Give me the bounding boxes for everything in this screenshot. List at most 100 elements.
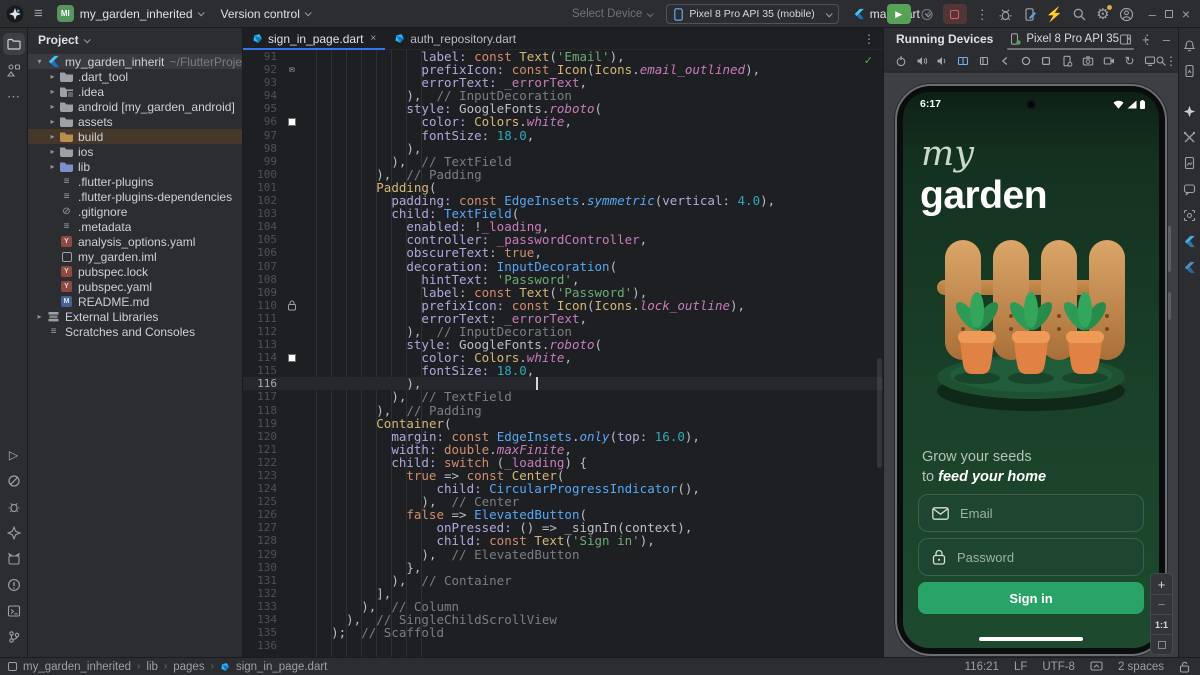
breadcrumb-item[interactable]: my_garden_inherited <box>23 661 131 673</box>
line-number[interactable]: 115 <box>243 364 283 377</box>
more-actions-icon[interactable]: ⋮ <box>976 8 989 21</box>
project-tree-item[interactable]: pubspec.lock <box>28 264 242 279</box>
zoom-in-button[interactable]: + <box>1151 574 1172 594</box>
code-line[interactable]: 129 ), // ElevatedButton <box>243 548 883 561</box>
sign-in-button[interactable]: Sign in <box>918 582 1144 614</box>
project-tree-item[interactable]: ▸.idea <box>28 84 242 99</box>
email-field[interactable]: Email <box>918 494 1144 532</box>
build-tools-icon[interactable] <box>1181 128 1199 146</box>
color-preview-white-icon[interactable] <box>288 118 296 126</box>
chevron-right-icon[interactable]: ▸ <box>46 72 59 81</box>
gemini-sparkle-icon[interactable] <box>1181 102 1199 120</box>
device-selector-dropdown[interactable]: Pixel 8 Pro API 35 (mobile) <box>666 4 838 24</box>
device-mirror-status-icon[interactable] <box>1090 661 1103 672</box>
hamburger-menu-icon[interactable]: ≡ <box>34 6 43 21</box>
project-widget[interactable]: MI my_garden_inherited <box>53 2 207 25</box>
caret-position-widget[interactable]: 116:21 <box>965 661 999 673</box>
project-tree-item[interactable]: ≡.flutter-plugins-dependencies <box>28 189 242 204</box>
device-settings-icon[interactable] <box>1060 54 1074 68</box>
code-editor[interactable]: 91 label: const Text('Email'),92✉ prefix… <box>243 50 883 657</box>
project-tree-item[interactable]: ▸.dart_tool <box>28 69 242 84</box>
line-number[interactable]: 111 <box>243 312 283 325</box>
line-number[interactable]: 119 <box>243 417 283 430</box>
screen-record-icon[interactable] <box>1102 54 1116 68</box>
restart-device-icon[interactable]: ↻ <box>1123 54 1137 68</box>
device-manager-icon[interactable] <box>1022 7 1037 22</box>
gemini-tool-button[interactable] <box>3 522 25 544</box>
project-tree-item[interactable]: ▸ios <box>28 144 242 159</box>
hot-reload-icon[interactable]: ⚡ <box>1046 7 1063 21</box>
indent-widget[interactable]: 2 spaces <box>1118 661 1164 673</box>
encoding-widget[interactable]: UTF-8 <box>1042 661 1075 673</box>
panel-options-icon[interactable]: ⋮ <box>1141 33 1154 46</box>
line-number[interactable]: 94 <box>243 89 283 102</box>
project-panel-header[interactable]: Project <box>28 28 242 52</box>
project-tree-item[interactable]: analysis_options.yaml <box>28 234 242 249</box>
zoom-fit-button[interactable] <box>1151 634 1172 654</box>
code-line[interactable]: 96 color: Colors.white, <box>243 115 883 128</box>
code-line[interactable]: 130 }, <box>243 561 883 574</box>
search-everywhere-icon[interactable] <box>1072 7 1087 22</box>
screen-capture-tool-button[interactable] <box>1181 206 1199 224</box>
services-tool-button[interactable] <box>3 470 25 492</box>
settings-gear-icon[interactable]: ⚙ <box>1096 7 1109 22</box>
logcat-tool-button[interactable] <box>3 548 25 570</box>
project-tree-item[interactable]: ▸assets <box>28 114 242 129</box>
line-number[interactable]: 112 <box>243 325 283 338</box>
line-number[interactable]: 113 <box>243 338 283 351</box>
window-minimize-icon[interactable]: – <box>1149 8 1156 21</box>
tab-options-icon[interactable]: ⋮ <box>863 32 875 46</box>
line-number[interactable]: 110 <box>243 299 283 312</box>
line-number[interactable]: 103 <box>243 207 283 220</box>
running-devices-tool-button[interactable] <box>1181 154 1199 172</box>
home-icon[interactable] <box>1019 54 1033 68</box>
line-number[interactable]: 122 <box>243 456 283 469</box>
project-tree-item[interactable]: ▸android [my_garden_android] <box>28 99 242 114</box>
code-line[interactable]: 131 ), // Container <box>243 574 883 587</box>
profiler-button[interactable] <box>920 7 934 21</box>
line-number[interactable]: 108 <box>243 273 283 286</box>
chevron-right-icon[interactable]: ▸ <box>46 87 59 96</box>
line-number[interactable]: 128 <box>243 534 283 547</box>
project-tree-item[interactable]: ▸External Libraries <box>28 309 242 324</box>
project-tree-item[interactable]: ≡.flutter-plugins <box>28 174 242 189</box>
volume-down-icon[interactable] <box>936 54 950 68</box>
line-number[interactable]: 127 <box>243 521 283 534</box>
ai-chat-tool-button[interactable] <box>1181 180 1199 198</box>
inspections-ok-icon[interactable]: ✓ <box>864 54 873 67</box>
chevron-right-icon[interactable]: ▸ <box>46 117 59 126</box>
tab-sign-in-page[interactable]: sign_in_page.dart × <box>243 28 385 50</box>
fold-in-icon[interactable] <box>977 54 991 68</box>
chevron-right-icon[interactable]: ▸ <box>46 162 59 171</box>
flutter-outline-tool-button[interactable] <box>1181 232 1199 250</box>
chevron-down-icon[interactable]: ▾ <box>33 57 46 66</box>
project-tree-item[interactable]: my_garden.iml <box>28 249 242 264</box>
code-line[interactable]: 136 <box>243 639 883 652</box>
zoom-out-button[interactable]: − <box>1151 594 1172 614</box>
lock-gutter-icon[interactable] <box>287 300 297 311</box>
flutter-inspector-tool-button[interactable] <box>1181 258 1199 276</box>
project-tool-button[interactable] <box>3 33 25 55</box>
line-number[interactable]: 132 <box>243 587 283 600</box>
code-line[interactable]: 100 ), // Padding <box>243 168 883 181</box>
run-tool-button[interactable]: ▷ <box>3 444 25 466</box>
line-number[interactable]: 92 <box>243 63 283 76</box>
chevron-right-icon[interactable]: ▸ <box>46 102 59 111</box>
line-number[interactable]: 136 <box>243 639 283 652</box>
line-number[interactable]: 107 <box>243 260 283 273</box>
more-tool-windows-icon[interactable]: ⋯ <box>3 85 25 107</box>
project-tree-item[interactable]: ▸build <box>28 129 242 144</box>
zoom-actual-size-button[interactable]: 1:1 <box>1151 614 1172 634</box>
version-control-widget[interactable]: Version control <box>217 4 314 24</box>
line-number[interactable]: 120 <box>243 430 283 443</box>
tab-close-icon[interactable]: × <box>370 33 376 44</box>
code-line[interactable]: 132 ], <box>243 587 883 600</box>
line-number[interactable]: 104 <box>243 220 283 233</box>
line-separator-widget[interactable]: LF <box>1014 661 1027 673</box>
project-tree-item[interactable]: ▸lib <box>28 159 242 174</box>
project-tree-item[interactable]: ⊘.gitignore <box>28 204 242 219</box>
structure-tool-button[interactable] <box>3 59 25 81</box>
window-close-icon[interactable]: × <box>1182 7 1190 21</box>
line-number[interactable]: 100 <box>243 168 283 181</box>
editor-scrollbar[interactable] <box>877 358 882 468</box>
